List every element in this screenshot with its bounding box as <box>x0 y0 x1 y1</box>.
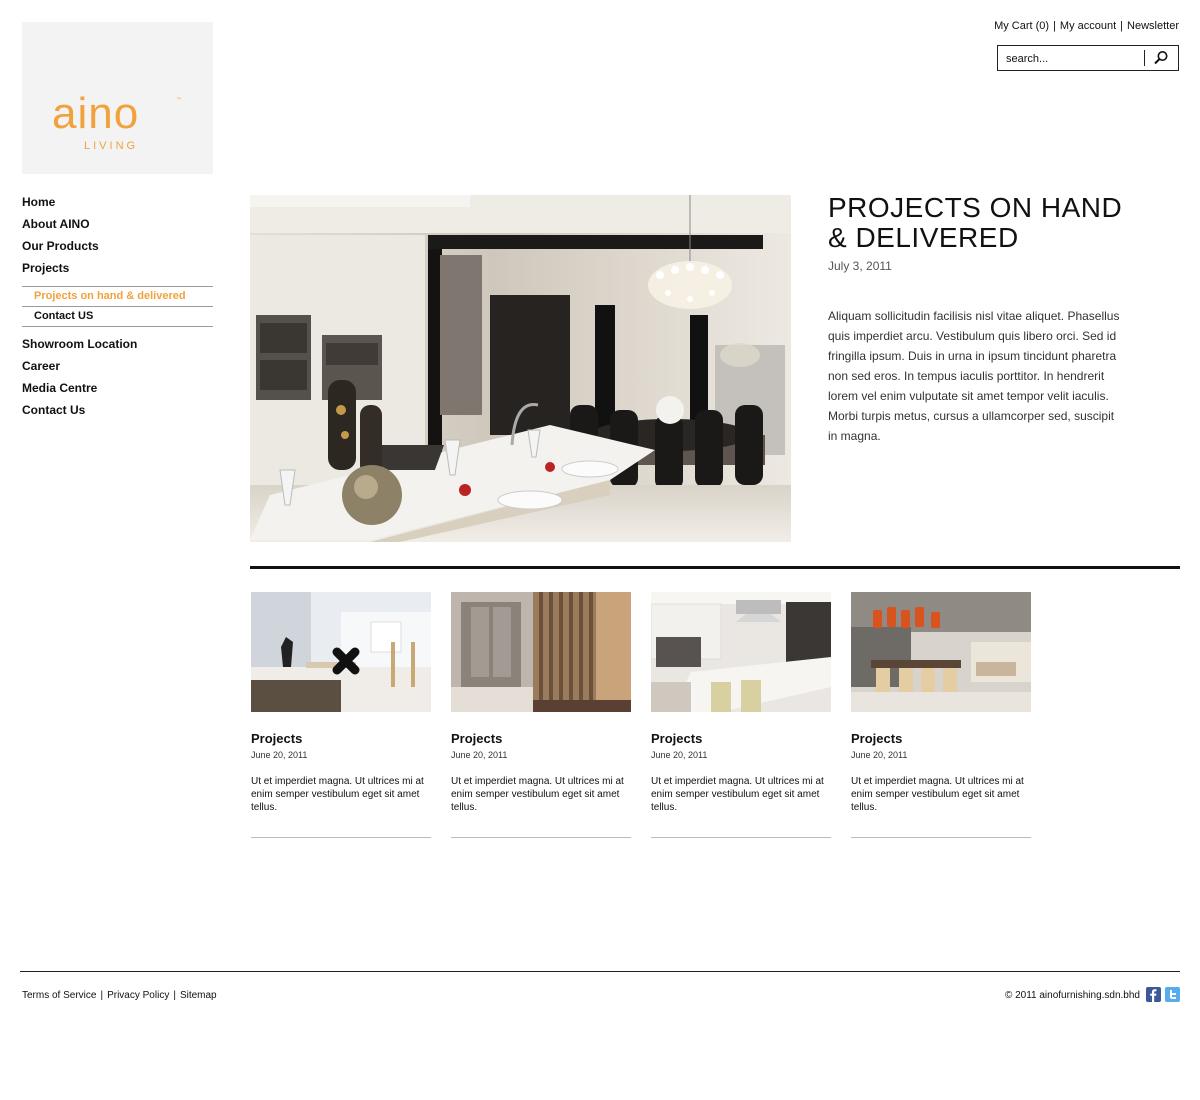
footer-separator: | <box>173 990 176 1001</box>
facebook-link[interactable] <box>1146 987 1161 1002</box>
nav-item-about[interactable]: About AINO <box>22 215 213 237</box>
copyright-text: © 2011 ainofurnishing.sdn.bhd <box>1004 990 1140 1001</box>
hero-image <box>250 195 791 542</box>
card-text: Ut et imperdiet magna. Ut ultrices mi at… <box>851 776 1024 813</box>
logo-subtitle: LIVING <box>84 140 139 152</box>
hero-date: July 3, 2011 <box>828 259 892 273</box>
subnav-item-contact-us[interactable]: Contact US <box>22 307 213 327</box>
top-links: My Cart (0) | My account | Newsletter <box>994 20 1179 32</box>
logo-wordmark: aino <box>52 89 140 138</box>
project-card[interactable]: Projects June 20, 2011 Ut et imperdiet m… <box>251 592 431 838</box>
newsletter-link[interactable]: Newsletter <box>1127 20 1179 32</box>
project-card[interactable]: Projects June 20, 2011 Ut et imperdiet m… <box>651 592 831 838</box>
footer-links: Terms of Service | Privacy Policy | Sitemap <box>22 990 217 1001</box>
page-title: PROJECTS ON HAND & DELIVERED <box>828 192 1123 253</box>
top-link-separator: | <box>1120 20 1124 32</box>
projects-subnav: Projects on hand & delivered Contact US <box>22 286 213 327</box>
card-date: June 20, 2011 <box>451 750 508 760</box>
card-text: Ut et imperdiet magna. Ut ultrices mi at… <box>451 776 624 813</box>
search-divider <box>1144 50 1145 66</box>
project-card[interactable]: Projects June 20, 2011 Ut et imperdiet m… <box>451 592 631 838</box>
my-account-link[interactable]: My account <box>1060 20 1116 32</box>
project-thumbnail[interactable] <box>851 592 1031 712</box>
sitemap-link[interactable]: Sitemap <box>180 990 217 1001</box>
search-box <box>997 45 1179 71</box>
search-icon <box>1154 51 1168 65</box>
card-divider <box>451 837 631 838</box>
footer-separator: | <box>100 990 104 1001</box>
card-date: June 20, 2011 <box>851 750 908 760</box>
card-divider <box>651 837 831 838</box>
project-card[interactable]: Projects June 20, 2011 Ut et imperdiet m… <box>851 592 1031 838</box>
project-thumbnail[interactable] <box>651 592 831 712</box>
card-date: June 20, 2011 <box>251 750 308 760</box>
card-date: June 20, 2011 <box>651 750 708 760</box>
section-divider <box>250 566 1180 569</box>
hero-body-text: Aliquam sollicitudin facilisis nisl vita… <box>828 309 1120 443</box>
terms-link[interactable]: Terms of Service <box>22 990 96 1001</box>
nav-item-contact[interactable]: Contact Us <box>22 401 213 423</box>
card-title[interactable]: Projects <box>851 731 1031 746</box>
logo[interactable]: aino ™ LIVING <box>22 22 213 174</box>
card-title[interactable]: Projects <box>251 731 431 746</box>
logo-trademark: ™ <box>176 97 182 104</box>
privacy-link[interactable]: Privacy Policy <box>107 990 169 1001</box>
card-text: Ut et imperdiet magna. Ut ultrices mi at… <box>251 776 424 813</box>
nav-item-showroom[interactable]: Showroom Location <box>22 335 213 357</box>
twitter-icon <box>1165 987 1180 1002</box>
footer-divider <box>20 971 1180 972</box>
card-text: Ut et imperdiet magna. Ut ultrices mi at… <box>651 776 824 813</box>
card-title[interactable]: Projects <box>451 731 631 746</box>
nav-item-projects[interactable]: Projects <box>22 259 213 281</box>
subnav-item-projects-on-hand[interactable]: Projects on hand & delivered <box>22 287 213 307</box>
my-cart-link[interactable]: My Cart (0) <box>994 20 1049 32</box>
nav-item-home[interactable]: Home <box>22 193 213 215</box>
card-divider <box>851 837 1031 838</box>
nav-item-products[interactable]: Our Products <box>22 237 213 259</box>
nav-item-media[interactable]: Media Centre <box>22 379 213 401</box>
project-thumbnail[interactable] <box>451 592 631 712</box>
card-divider <box>251 837 431 838</box>
project-thumbnail[interactable] <box>251 592 431 712</box>
facebook-icon <box>1146 987 1161 1002</box>
card-title[interactable]: Projects <box>651 731 831 746</box>
top-link-separator: | <box>1053 20 1056 32</box>
search-button[interactable] <box>1151 49 1171 67</box>
search-input[interactable] <box>1006 51 1138 66</box>
sidebar-nav: Home About AINO Our Products Projects Pr… <box>22 193 213 423</box>
twitter-link[interactable] <box>1165 987 1180 1002</box>
nav-item-career[interactable]: Career <box>22 357 213 379</box>
